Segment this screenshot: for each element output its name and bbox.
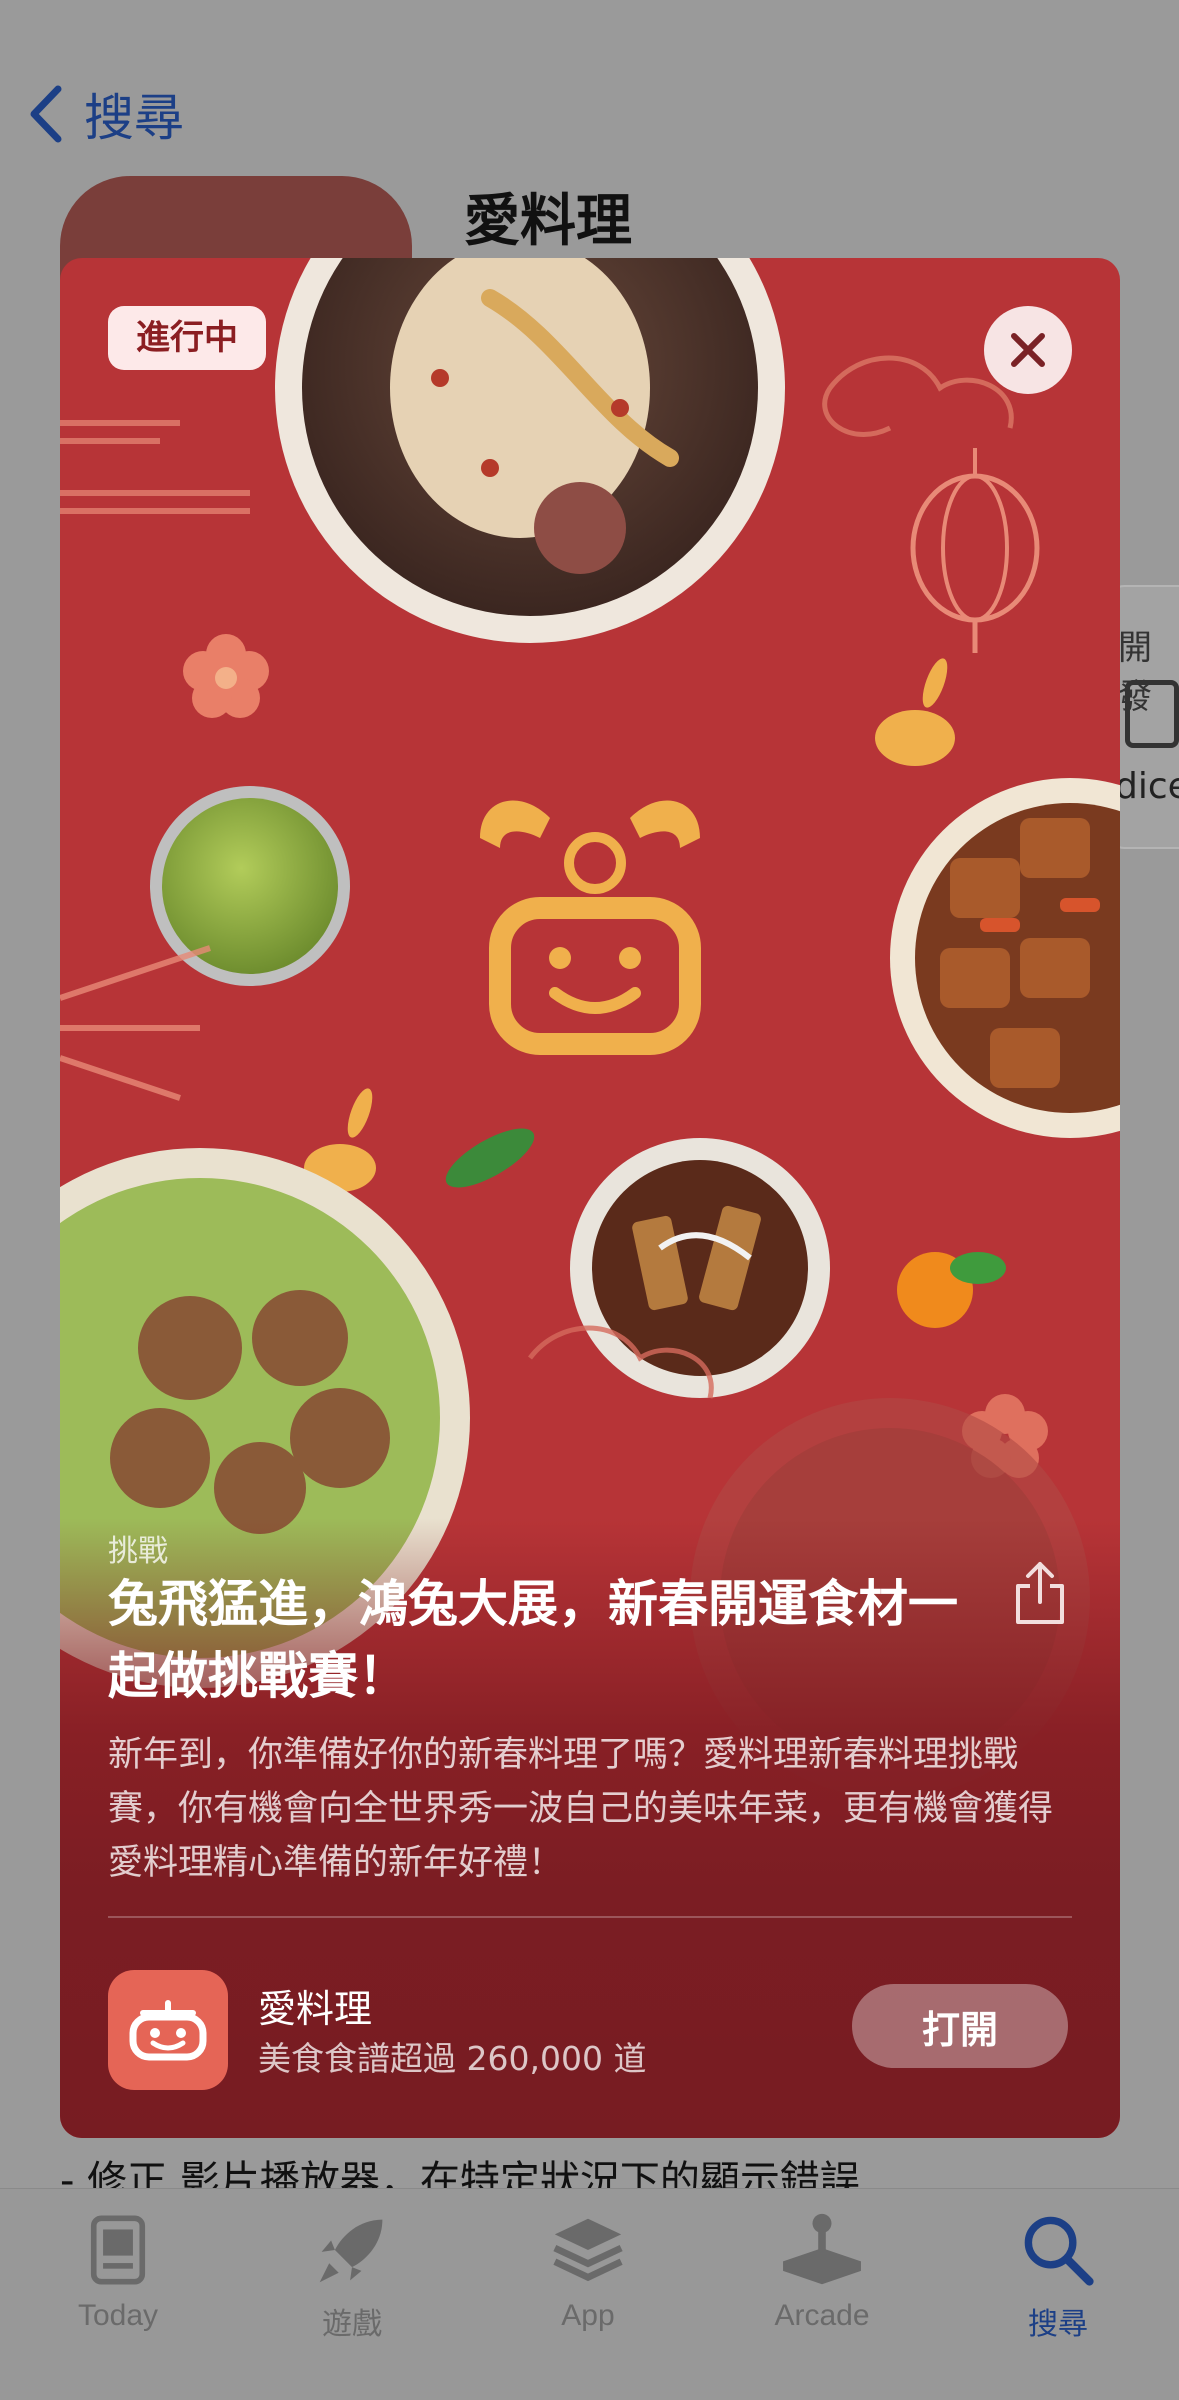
status-badge: 進行中	[108, 306, 266, 370]
tab-today[interactable]: Today	[28, 2207, 208, 2333]
card-description: 新年到，你準備好你的新春料理了嗎？愛料理新春料理挑戰賽，你有機會向全世界秀一波自…	[108, 1735, 1054, 1883]
card-headline: 兔飛猛進，鴻兔大展，新春開運食材一起做挑戰賽！	[108, 1575, 958, 1705]
open-button[interactable]: 打開	[852, 1984, 1068, 2068]
app-title: 愛料理	[464, 189, 632, 254]
card-divider	[108, 1916, 1072, 1918]
back-button[interactable]: 搜尋	[26, 78, 184, 150]
tab-label: 遊戲	[322, 2308, 382, 2341]
layers-icon	[553, 2218, 623, 2282]
close-icon	[1011, 333, 1045, 367]
tab-bar: Today 遊戲 App Arcade 搜尋	[0, 2188, 1179, 2400]
tab-label: Arcade	[774, 2299, 870, 2332]
tab-arcade[interactable]: Arcade	[732, 2207, 912, 2333]
today-icon	[90, 2215, 146, 2285]
search-icon	[1024, 2216, 1094, 2286]
event-card: 進行中 挑戰 兔飛猛進，鴻兔大展，新春開運食材一起做挑戰賽！ 新年到，你準備好你…	[60, 258, 1120, 2138]
person-icon	[1125, 680, 1179, 748]
aillaolee-logo-icon	[129, 2000, 207, 2061]
chevron-left-icon	[30, 85, 62, 143]
share-button[interactable]	[1010, 1558, 1070, 1628]
tab-games[interactable]: 遊戲	[262, 2207, 442, 2343]
developer-name: dice	[1115, 766, 1179, 807]
back-label: 搜尋	[84, 89, 184, 147]
tab-label: 搜尋	[1028, 2308, 1088, 2341]
share-icon	[1016, 1562, 1064, 1624]
card-category: 挑戰	[108, 1534, 168, 1569]
tab-label: Today	[77, 2299, 159, 2332]
app-icon[interactable]	[108, 1970, 228, 2090]
joystick-icon	[783, 2213, 861, 2285]
tab-apps[interactable]: App	[498, 2207, 678, 2333]
app-name: 愛料理	[258, 1987, 373, 2031]
app-subtitle: 美食食譜超過 260,000 道	[258, 2039, 647, 2078]
tab-search[interactable]: 搜尋	[968, 2207, 1148, 2343]
rocket-icon	[319, 2219, 383, 2283]
tab-label: App	[561, 2299, 615, 2332]
close-button[interactable]	[984, 306, 1072, 394]
